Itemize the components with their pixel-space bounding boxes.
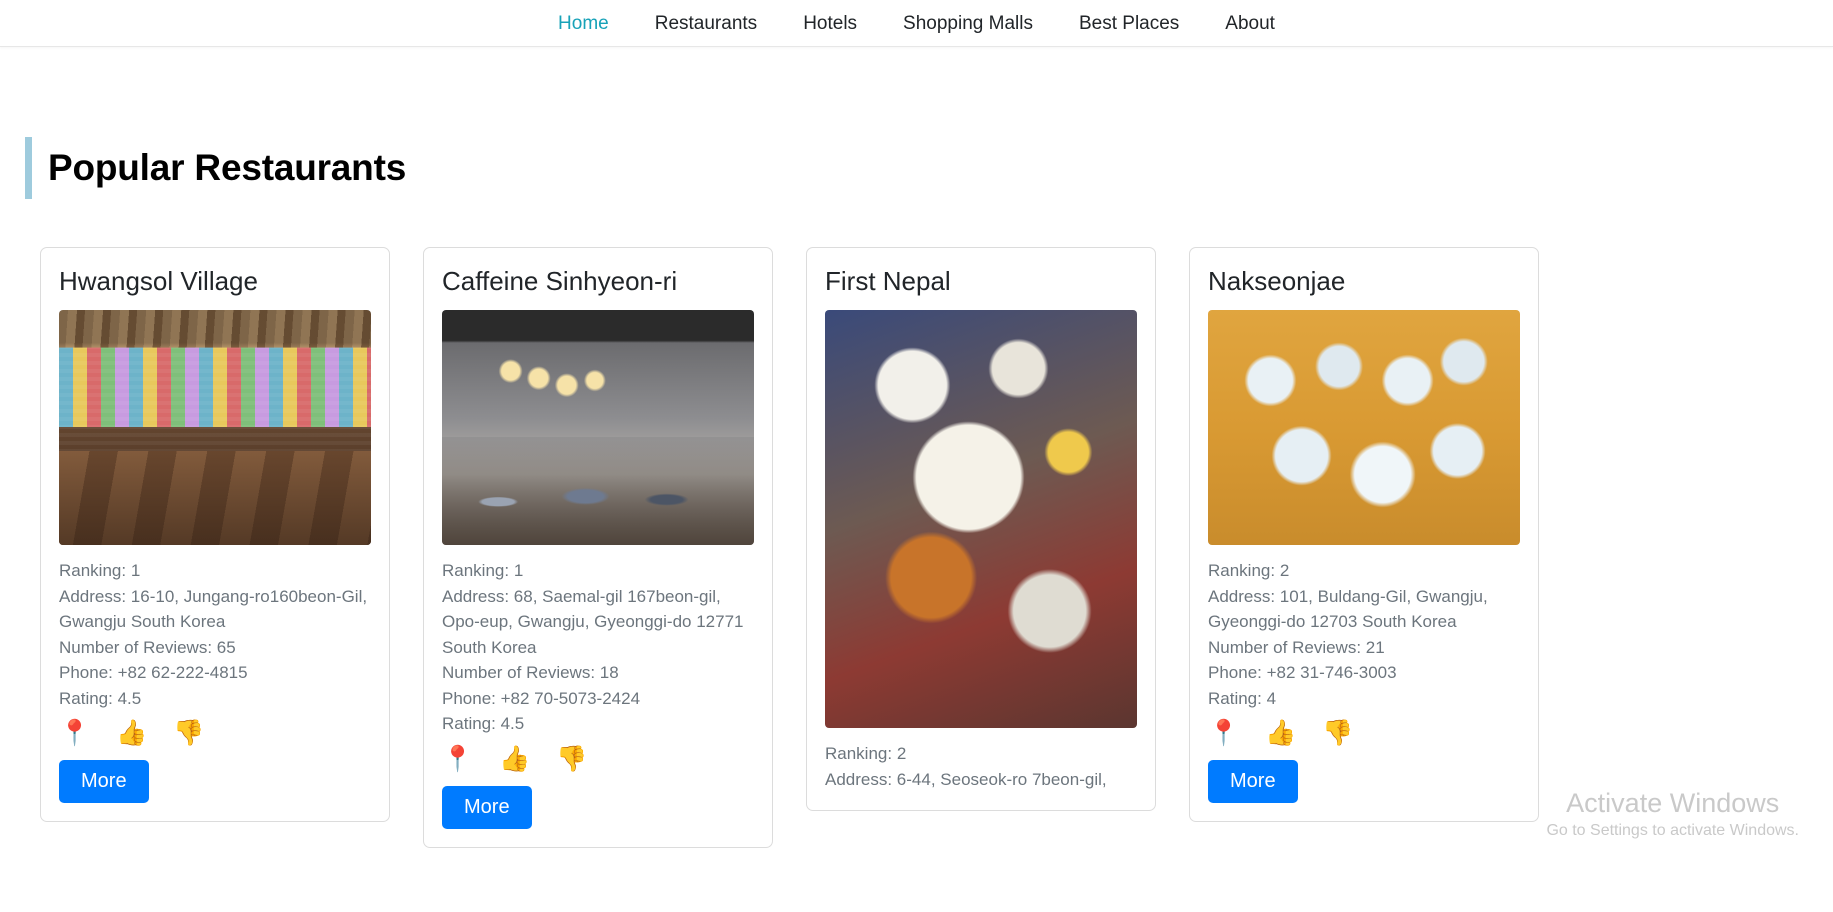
restaurant-card[interactable]: Caffeine Sinhyeon-ri Ranking: 1 Address:… (423, 247, 773, 848)
card-address: Address: 68, Saemal-gil 167beon-gil, Opo… (442, 586, 744, 657)
page-content: Popular Restaurants Hwangsol Village Ran… (0, 137, 1833, 912)
card-reviews: Number of Reviews: 21 (1208, 637, 1385, 657)
restaurant-photo (442, 310, 754, 546)
more-button[interactable]: More (59, 760, 149, 804)
card-rating: Rating: 4.5 (59, 688, 142, 708)
card-address: Address: 6-44, Seoseok-ro 7beon-gil, (825, 769, 1107, 789)
nav-list: Home Restaurants Hotels Shopping Malls B… (535, 0, 1298, 47)
top-navigation-bar: Home Restaurants Hotels Shopping Malls B… (0, 0, 1833, 47)
page-title: Popular Restaurants (48, 147, 407, 188)
thumbs-down-icon[interactable]: 👎 (556, 746, 587, 772)
card-details: Ranking: 1 Address: 16-10, Jungang-ro160… (59, 558, 371, 711)
card-address: Address: 101, Buldang-Gil, Gwangju, Gyeo… (1208, 586, 1488, 632)
thumbs-up-icon[interactable]: 👍 (1265, 721, 1296, 746)
restaurant-card[interactable]: Hwangsol Village Ranking: 1 Address: 16-… (40, 247, 390, 823)
card-phone: Phone: +82 70-5073-2424 (442, 688, 641, 708)
card-ranking: Ranking: 1 (442, 561, 524, 581)
card-ranking: Ranking: 2 (1208, 561, 1290, 581)
restaurant-card-list: Hwangsol Village Ranking: 1 Address: 16-… (0, 247, 1833, 848)
thumbs-up-icon[interactable]: 👍 (116, 721, 147, 746)
card-phone: Phone: +82 62-222-4815 (59, 663, 248, 683)
thumbs-down-icon[interactable]: 👎 (173, 721, 204, 746)
thumbs-down-icon[interactable]: 👎 (1322, 721, 1353, 746)
card-ranking: Ranking: 2 (825, 744, 907, 764)
card-reactions: 📍 👍 👎 (59, 721, 371, 746)
card-phone: Phone: +82 31-746-3003 (1208, 663, 1397, 683)
nav-item-best-places[interactable]: Best Places (1056, 0, 1202, 47)
more-button[interactable]: More (1208, 760, 1298, 804)
card-rating: Rating: 4 (1208, 688, 1277, 708)
card-title: Caffeine Sinhyeon-ri (442, 266, 678, 296)
nav-item-about[interactable]: About (1202, 0, 1298, 47)
restaurant-photo (825, 310, 1137, 729)
restaurant-card[interactable]: Nakseonjae Ranking: 2 Address: 101, Buld… (1189, 247, 1539, 823)
thumbs-up-icon[interactable]: 👍 (499, 746, 530, 772)
nav-item-hotels[interactable]: Hotels (780, 0, 880, 47)
location-pin-icon[interactable]: 📍 (59, 721, 90, 746)
card-title: Hwangsol Village (59, 266, 258, 296)
more-button[interactable]: More (442, 785, 532, 829)
card-reviews: Number of Reviews: 18 (442, 663, 619, 683)
section-header: Popular Restaurants (25, 137, 1833, 199)
card-ranking: Ranking: 1 (59, 561, 141, 581)
restaurant-photo (59, 310, 371, 546)
nav-item-home[interactable]: Home (535, 0, 632, 47)
card-reviews: Number of Reviews: 65 (59, 637, 236, 657)
card-reactions: 📍 👍 👎 (1208, 721, 1520, 746)
card-rating: Rating: 4.5 (442, 714, 525, 734)
nav-item-shopping-malls[interactable]: Shopping Malls (880, 0, 1056, 47)
card-title: Nakseonjae (1208, 266, 1346, 296)
restaurant-card[interactable]: First Nepal Ranking: 2 Address: 6-44, Se… (806, 247, 1156, 812)
restaurant-photo (1208, 310, 1520, 546)
location-pin-icon[interactable]: 📍 (1208, 721, 1239, 746)
card-reactions: 📍 👍 👎 (442, 746, 754, 772)
nav-item-restaurants[interactable]: Restaurants (632, 0, 780, 47)
card-details: Ranking: 1 Address: 68, Saemal-gil 167be… (442, 558, 754, 737)
card-address: Address: 16-10, Jungang-ro160beon-Gil, G… (59, 586, 368, 632)
location-pin-icon[interactable]: 📍 (442, 746, 473, 772)
card-details: Ranking: 2 Address: 101, Buldang-Gil, Gw… (1208, 558, 1520, 711)
card-title: First Nepal (825, 266, 951, 296)
card-details: Ranking: 2 Address: 6-44, Seoseok-ro 7be… (825, 741, 1137, 792)
